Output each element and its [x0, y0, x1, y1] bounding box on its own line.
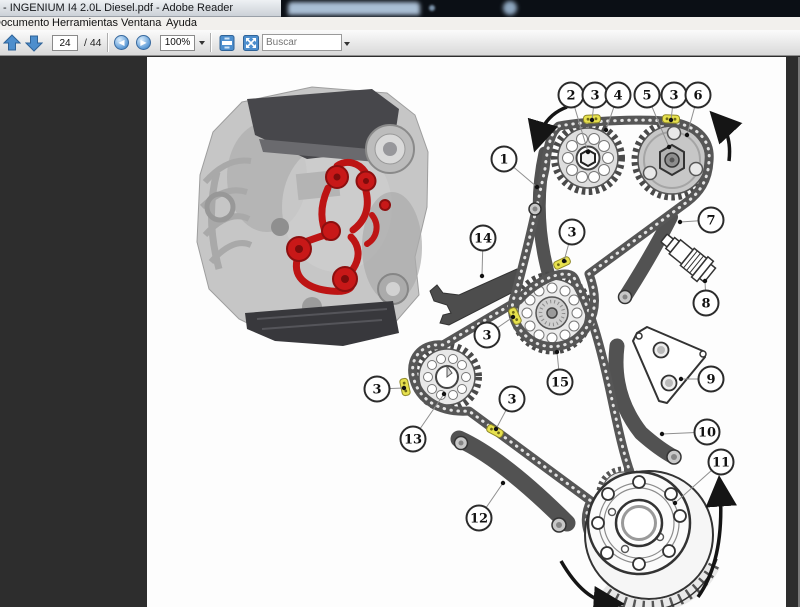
callout-number: 7 — [706, 214, 715, 229]
window-title: - INGENIUM I4 2.0L Diesel.pdf - Adobe Re… — [3, 2, 233, 14]
zoom-level-field[interactable]: 100% — [160, 35, 195, 51]
callout-anchor-dot — [667, 145, 671, 149]
rotation-arrow-top-right — [719, 121, 730, 161]
page-number-input[interactable] — [52, 35, 78, 51]
callout-anchor-dot — [604, 128, 608, 132]
next-page-icon[interactable] — [25, 34, 43, 52]
callout-anchor-dot — [679, 377, 683, 381]
callout-number: 3 — [372, 383, 381, 398]
callout-number: 3 — [567, 226, 576, 241]
callout-number: 3 — [482, 329, 491, 344]
callout-anchor-dot — [660, 432, 664, 436]
callout-number: 12 — [470, 512, 488, 527]
previous-view-button[interactable]: ◀ — [114, 35, 129, 50]
page-total-label: / 44 — [84, 37, 102, 49]
exhaust-camshaft-sprocket — [555, 125, 622, 192]
callout-number: 10 — [698, 426, 716, 441]
document-pane: 12345367891011121314153333 — [0, 57, 800, 607]
callout-number: 6 — [693, 89, 702, 104]
callout-number: 8 — [701, 297, 710, 312]
crankshaft-pulley-11 — [585, 471, 717, 607]
fit-window-icon[interactable] — [242, 34, 260, 52]
callout-anchor-dot — [685, 133, 689, 137]
background-browser-tab[interactable] — [288, 2, 420, 15]
scroll-mode-icon[interactable] — [218, 34, 236, 52]
toolbar: / 44 ◀ ▶ 100% — [0, 30, 800, 56]
title-bar: - INGENIUM I4 2.0L Diesel.pdf - Adobe Re… — [0, 0, 800, 17]
toolbar-divider — [107, 33, 109, 52]
engine-photo — [197, 87, 428, 346]
search-dropdown-icon[interactable] — [344, 42, 350, 46]
callout-anchor-dot — [673, 501, 677, 505]
menu-documento[interactable]: Documento — [0, 17, 49, 30]
callout-number: 13 — [404, 433, 422, 448]
callout-anchor-dot — [678, 220, 682, 224]
callout-number: 9 — [706, 373, 715, 388]
callout-number: 4 — [613, 89, 622, 104]
callout-number: 3 — [507, 393, 516, 408]
chain-tensioner-8 — [656, 228, 718, 285]
callout-anchor-dot — [562, 259, 566, 263]
menu-ventana[interactable]: Ventana — [121, 17, 161, 30]
callout-number: 15 — [551, 376, 569, 391]
menu-herramientas[interactable]: Herramientas — [52, 17, 118, 30]
callout-anchor-dot — [402, 386, 406, 390]
menu-ayuda[interactable]: Ayuda — [166, 17, 197, 30]
menu-bar: Documento Herramientas Ventana Ayuda — [0, 17, 800, 30]
callout-anchor-dot — [494, 427, 498, 431]
callout-number: 14 — [474, 232, 492, 247]
callout-number: 5 — [642, 89, 651, 104]
background-browser-bar — [281, 0, 800, 17]
toolbar-divider — [210, 33, 212, 52]
callout-number: 3 — [669, 89, 678, 104]
new-tab-icon[interactable] — [503, 1, 517, 15]
callout-number: 1 — [499, 153, 508, 168]
callout-anchor-dot — [586, 150, 590, 154]
timing-mark-link — [553, 256, 572, 270]
previous-page-icon[interactable] — [3, 34, 21, 52]
callout-number: 2 — [566, 89, 575, 104]
callout-anchor-dot — [442, 392, 446, 396]
guide-rail-14 — [430, 269, 523, 325]
zoom-dropdown-icon[interactable] — [199, 41, 205, 45]
callout-anchor-dot — [669, 118, 673, 122]
callout-anchor-dot — [703, 279, 707, 283]
pane-background — [786, 57, 800, 607]
page-illustration: 12345367891011121314153333 — [147, 57, 786, 607]
search-input[interactable] — [262, 34, 342, 51]
tab-close-icon[interactable] — [429, 5, 435, 11]
callout-number: 11 — [712, 456, 730, 471]
callout-anchor-dot — [480, 274, 484, 278]
callout-anchor-dot — [501, 481, 505, 485]
callout-anchor-dot — [511, 315, 515, 319]
adobe-reader-titlebar[interactable]: - INGENIUM I4 2.0L Diesel.pdf - Adobe Re… — [0, 0, 281, 17]
callout-number: 3 — [590, 89, 599, 104]
mounting-bracket-9 — [633, 327, 706, 403]
callout-anchor-dot — [555, 350, 559, 354]
next-view-button[interactable]: ▶ — [136, 35, 151, 50]
callout-anchor-dot — [535, 185, 539, 189]
callout-anchor-dot — [590, 118, 594, 122]
